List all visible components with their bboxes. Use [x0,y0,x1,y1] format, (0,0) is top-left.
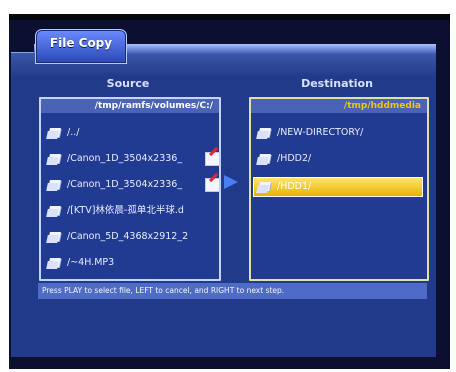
file-icon [47,232,61,243]
folder-icon [257,154,271,165]
destination-title: Destination [301,77,373,90]
file-icon [47,154,61,165]
destination-item-label: /NEW-DIRECTORY/ [277,127,364,138]
tab-file-copy-label: File Copy [49,36,113,50]
arrow-right-icon [224,175,238,189]
source-path: /tmp/ramfs/volumes/C:/ [41,99,219,113]
folder-icon [47,128,61,139]
tab-file-copy[interactable]: File Copy [35,29,127,64]
source-item-label: /../ [67,127,80,138]
source-item-label: /Canon_1D_3504x2336_ [67,153,183,164]
checkbox-checked-icon[interactable] [205,178,220,192]
file-icon [47,258,61,269]
destination-item-label: /HDD2/ [277,153,312,164]
destination-list: /tmp/hddmedia /NEW-DIRECTORY/ /HDD2/ /HD… [249,97,429,281]
source-title: Source [106,77,150,90]
folder-icon [257,128,271,139]
destination-item-label: /HDD1/ [277,181,312,192]
source-item-label: /~4H.MP3 [67,257,115,268]
source-item-label: /Canon_1D_3504x2336_ [67,179,183,190]
destination-path: /tmp/hddmedia [251,99,427,113]
source-list: /tmp/ramfs/volumes/C:/ /../ /Canon_1D_35… [39,97,221,281]
file-icon [47,206,61,217]
source-item-label: /[KTV]林依晨-孤单北半球.d [67,205,184,216]
checkbox-checked-icon[interactable] [205,152,220,166]
source-item-label: /Canon_5D_4368x2912_2 [67,231,189,242]
screen-top-bar [9,14,450,20]
help-hint: Press PLAY to select file, LEFT to cance… [38,283,427,299]
folder-icon [257,182,271,193]
file-icon [47,180,61,191]
